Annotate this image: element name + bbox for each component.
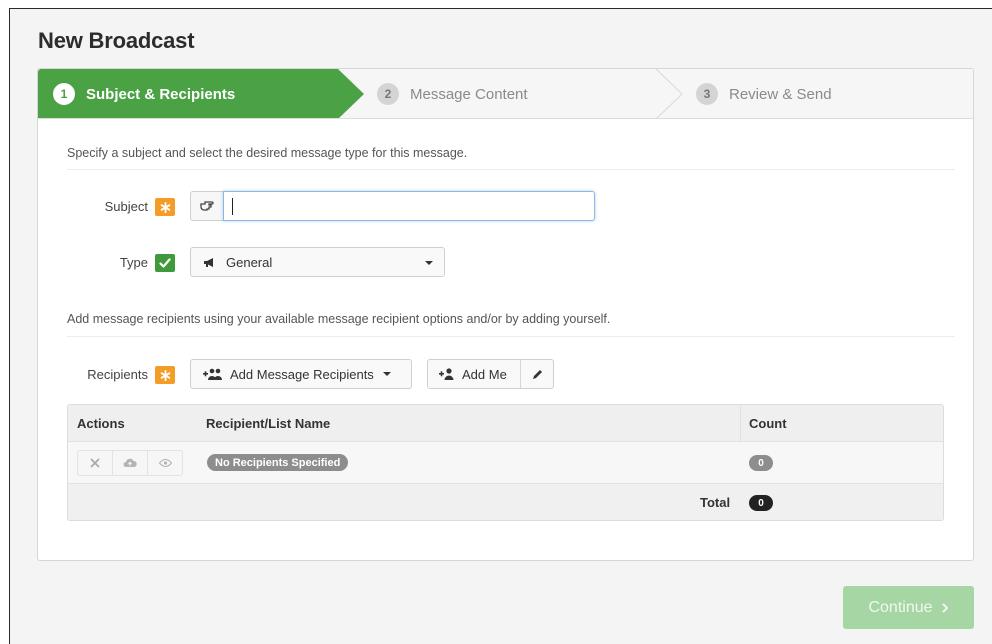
type-select-value: General (226, 254, 273, 270)
divider (67, 169, 955, 170)
step-divider-icon (655, 69, 683, 118)
step-number: 2 (377, 83, 399, 105)
table-row: No Recipients Specified 0 (68, 442, 943, 484)
add-me-button[interactable]: Add Me (428, 360, 521, 388)
eye-icon (158, 459, 172, 467)
cloud-upload-icon (123, 458, 137, 468)
step-subject-recipients[interactable]: 1 Subject & Recipients (53, 69, 236, 118)
total-label: Total (700, 495, 731, 510)
asterisk-icon (155, 366, 175, 384)
header-actions: Actions (77, 416, 125, 431)
recipients-label: Recipients (87, 367, 148, 382)
divider (67, 336, 955, 337)
add-message-recipients-button[interactable]: Add Message Recipients (190, 359, 412, 389)
step-active-arrow (338, 69, 364, 118)
subject-hint: Specify a subject and select the desired… (67, 146, 468, 160)
page-title: New Broadcast (38, 28, 195, 53)
recipients-table: Actions Recipient/List Name Count No Rec… (67, 404, 944, 521)
step-review-send[interactable]: 3 Review & Send (696, 69, 832, 118)
step-number: 1 (53, 83, 75, 105)
check-icon (155, 254, 175, 272)
megaphone-icon (203, 257, 216, 268)
chevron-down-icon (382, 372, 391, 376)
subject-input[interactable] (223, 191, 595, 221)
pencil-icon (531, 368, 544, 381)
header-count: Count (749, 416, 787, 431)
chevron-right-icon (942, 603, 949, 613)
step-message-content[interactable]: 2 Message Content (377, 69, 528, 118)
chevron-down-icon (425, 261, 433, 265)
wizard-panel: 1 Subject & Recipients 2 Message Content… (37, 68, 974, 561)
total-badge: 0 (749, 495, 773, 511)
step-label: Subject & Recipients (86, 85, 236, 103)
add-me-group: Add Me (427, 359, 554, 389)
recipients-hint: Add message recipients using your availa… (67, 312, 611, 326)
edit-recipients-button[interactable] (521, 360, 553, 388)
hand-pointer-icon (190, 191, 223, 221)
continue-button[interactable]: Continue (843, 586, 974, 629)
type-label: Type (119, 255, 148, 270)
upload-button[interactable] (113, 451, 148, 475)
continue-label: Continue (868, 598, 933, 616)
status-badge: No Recipients Specified (207, 454, 349, 471)
subject-label: Subject (104, 199, 148, 214)
wizard-steps: 1 Subject & Recipients 2 Message Content… (38, 69, 973, 119)
count-badge: 0 (749, 455, 773, 471)
add-message-recipients-label: Add Message Recipients (230, 366, 374, 382)
text-caret (232, 198, 233, 215)
asterisk-icon (155, 198, 175, 216)
table-footer: Total 0 (68, 484, 943, 520)
table-header: Actions Recipient/List Name Count (68, 405, 943, 442)
close-icon (90, 458, 100, 468)
row-actions (77, 450, 183, 476)
remove-button[interactable] (78, 451, 113, 475)
users-plus-icon (203, 368, 223, 380)
add-me-label: Add Me (462, 366, 507, 382)
header-recipient-name: Recipient/List Name (206, 416, 331, 431)
user-plus-icon (439, 368, 455, 380)
step-number: 3 (696, 83, 718, 105)
type-select[interactable]: General (190, 247, 445, 277)
step-label: Review & Send (729, 85, 832, 103)
step-label: Message Content (410, 85, 528, 103)
column-divider (740, 405, 741, 442)
view-button[interactable] (148, 451, 182, 475)
subject-input-group (190, 191, 595, 221)
